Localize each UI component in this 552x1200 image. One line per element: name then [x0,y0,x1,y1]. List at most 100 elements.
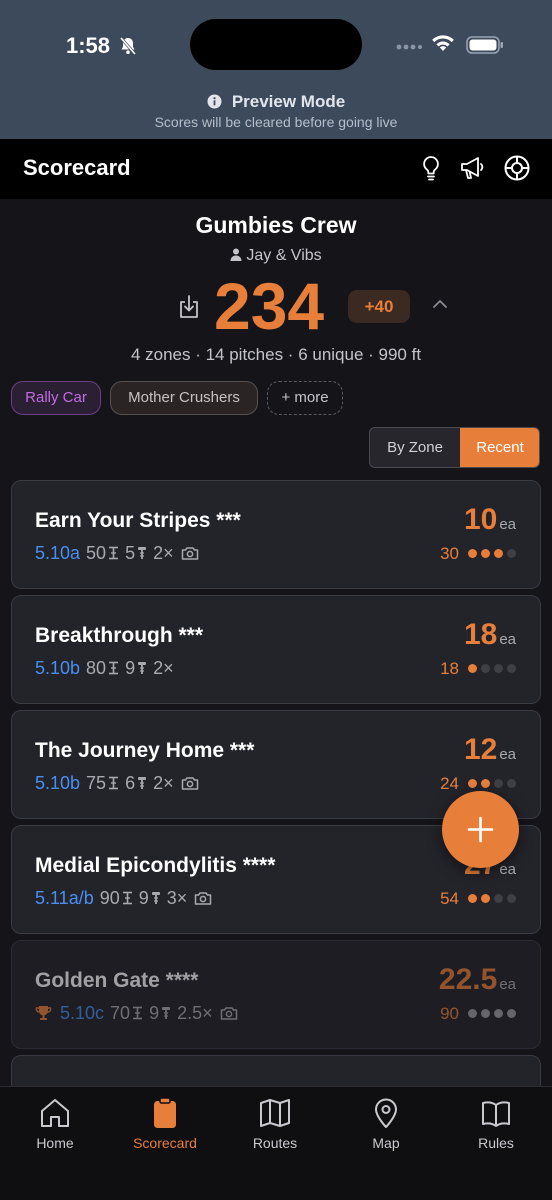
lightbulb-icon[interactable] [419,154,443,182]
chip-more[interactable]: + more [267,381,343,415]
team-score: 234 [214,269,325,343]
tab-rules-label: Rules [478,1135,514,1151]
ascent-dot [468,663,477,673]
sort-by-zone-button[interactable]: By Zone [370,428,460,467]
route-bolts: 5 [125,543,136,563]
ascent-dot [507,1008,516,1018]
route-bolts: 9 [125,658,136,678]
route-meta: 5.10b 75 6 2× [35,773,205,794]
route-list: Earn Your Stripes *** 5.10a 50 5 2× 10 ea 30 Br… [0,478,552,1086]
ascent-dot [494,548,503,558]
route-card[interactable] [11,1055,541,1086]
info-icon [207,94,222,109]
tab-map-label: Map [372,1135,400,1151]
chevron-up-icon[interactable] [432,299,448,309]
route-points-value: 18 [463,618,498,651]
route-total: 90 [440,1004,516,1024]
length-icon [109,661,119,675]
route-card[interactable]: Earn Your Stripes *** 5.10a 50 5 2× 10 ea 30 [11,480,541,589]
route-points: 18 ea [464,618,516,652]
route-name: Breakthrough *** [35,624,204,647]
length-icon [109,776,119,790]
route-grade: 5.11a/b [35,888,94,908]
route-card[interactable]: Breakthrough *** 5.10b 80 9 2× 18 ea 18 [11,595,541,704]
ascent-dot [468,1008,477,1018]
tab-map[interactable]: Map [331,1097,441,1151]
tab-home[interactable]: Home [0,1097,110,1151]
bolt-icon [162,1006,171,1019]
route-points-unit: ea [499,976,516,993]
ascent-dot [494,893,503,903]
route-grade: 5.10b [35,773,81,793]
chip-mother-crushers[interactable]: Mother Crushers [110,381,258,415]
tab-routes-label: Routes [252,1135,298,1151]
sort-recent-button[interactable]: Recent [460,428,539,467]
route-points-value: 12 [463,733,498,766]
route-meta: 5.10a 50 5 2× [35,543,205,564]
lifebuoy-icon[interactable] [503,154,531,182]
route-multiplier: 2× [153,773,174,793]
route-total-value: 24 [440,774,459,793]
tab-scorecard-label: Scorecard [133,1135,197,1151]
add-ascent-button[interactable] [442,791,519,868]
app-header: Scorecard [0,139,552,199]
route-card[interactable]: Golden Gate **** 5.10c 70 9 2.5× 22.5 ea 90 [11,940,541,1049]
ascent-dot [468,778,477,788]
route-multiplier: 2× [153,543,174,563]
map-pin-icon [375,1098,397,1128]
route-multiplier: 3× [166,888,188,908]
team-members-label: Jay & Vibs [246,247,322,264]
route-points-value: 10 [463,503,498,536]
route-grade: 5.10a [35,543,81,563]
route-name: Medial Epicondylitis **** [35,854,276,877]
wifi-icon [432,35,454,51]
chip-rally-car[interactable]: Rally Car [11,381,101,415]
route-length: 70 [110,1003,131,1023]
bell-muted-icon [119,37,137,55]
route-points-unit: ea [499,516,516,533]
megaphone-icon[interactable] [458,154,486,182]
tab-scorecard[interactable]: Scorecard [110,1097,220,1151]
preview-mode-subtitle: Scores will be cleared before going live [154,114,398,130]
sort-toggle: By Zone Recent [369,427,540,468]
ascent-dot [507,778,516,788]
route-bolts: 9 [138,888,149,908]
route-meta: 5.11a/b 90 9 3× [35,888,218,909]
map-folded-icon [260,1099,290,1127]
page-title: Scorecard [23,155,131,180]
tab-home-label: Home [36,1135,74,1151]
route-meta: 5.10c 70 9 2.5× [35,1003,244,1024]
route-points: 10 ea [464,503,516,537]
team-members: Jay & Vibs [0,247,552,265]
route-points: 12 ea [464,733,516,767]
route-multiplier: 2× [153,658,174,678]
route-bolts: 6 [125,773,136,793]
length-icon [122,891,132,905]
trophy-icon [35,1005,52,1020]
ascent-dot [481,1008,490,1018]
route-length: 80 [86,658,107,678]
tab-rules[interactable]: Rules [441,1097,551,1151]
ascent-dot [494,1008,503,1018]
route-total-value: 90 [440,1004,459,1023]
camera-icon [195,892,212,905]
ascent-dot [481,548,490,558]
status-bar: 1:58 Preview Mode Scores will be cleared… [0,0,552,139]
route-total: 18 [440,659,516,679]
route-multiplier: 2.5× [177,1003,213,1023]
status-time: 1:58 [66,33,111,58]
book-icon [482,1101,510,1127]
ascent-dot [481,893,490,903]
team-name: Gumbies Crew [195,212,357,238]
route-name: Golden Gate **** [35,969,199,992]
bolt-icon [151,891,160,904]
route-total-value: 18 [440,659,459,678]
ascent-dot [507,893,516,903]
route-points: 22.5 ea [439,963,516,997]
person-icon [230,248,242,261]
download-icon[interactable] [177,294,201,320]
bolt-icon [138,776,147,789]
home-icon [41,1099,69,1127]
tab-routes[interactable]: Routes [220,1097,330,1151]
bolt-icon [138,546,147,559]
